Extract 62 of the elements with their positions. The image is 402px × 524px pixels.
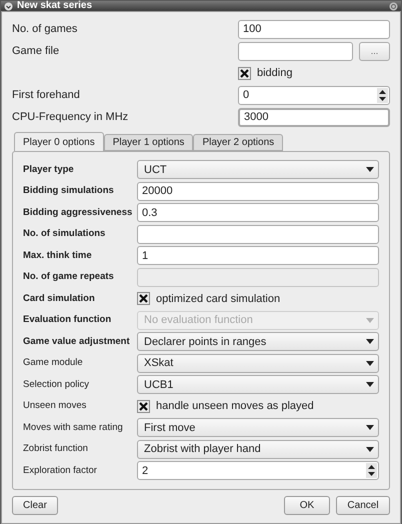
field-label: Moves with same rating	[23, 420, 123, 435]
dialog-button[interactable]: Cancel	[336, 496, 390, 514]
field-label: Zobrist function	[23, 442, 88, 456]
text-field[interactable]	[238, 42, 353, 61]
cross-icon	[240, 69, 249, 78]
field-label: Max. think time	[23, 248, 92, 263]
dropdown[interactable]: Zobrist with player hand	[137, 440, 379, 459]
text-field[interactable]: 1	[137, 246, 379, 266]
spin-arrows-icon[interactable]	[377, 88, 388, 103]
checkbox[interactable]	[137, 292, 150, 306]
spin-field[interactable]: 0	[238, 86, 390, 105]
cross-icon	[139, 402, 148, 411]
field-label: Evaluation function	[23, 313, 112, 328]
dropdown[interactable]: UCT	[137, 160, 379, 180]
dropdown[interactable]: Declarer points in ranges	[137, 332, 379, 352]
caret-icon	[366, 360, 374, 366]
text-field[interactable]: 0.3	[137, 203, 379, 222]
field-label: CPU-Frequency in MHz	[12, 110, 128, 126]
dropdown[interactable]: First move	[137, 418, 379, 438]
text-field[interactable]	[137, 224, 379, 244]
dialog-button[interactable]: OK	[284, 496, 330, 514]
window-title: New skat series	[17, 1, 92, 11]
checkbox-label: bidding	[257, 66, 292, 82]
field-label: No. of game repeats	[23, 270, 114, 284]
browse-button[interactable]: ...	[359, 42, 390, 61]
field-label: Selection policy	[23, 378, 90, 392]
caret-icon	[366, 339, 374, 344]
checkbox-label: optimized card simulation	[156, 292, 280, 306]
field-label: No. of simulations	[23, 227, 106, 242]
cross-icon	[139, 294, 148, 304]
caret-icon	[366, 318, 374, 323]
field-label: Player type	[23, 162, 74, 177]
field-label: Card simulation	[23, 292, 95, 306]
tab[interactable]: Player 0 options	[14, 132, 104, 151]
checkbox-label: handle unseen moves as played	[156, 399, 314, 414]
field-label: No. of games	[12, 22, 78, 38]
checkbox[interactable]	[238, 67, 251, 80]
field-label: Bidding simulations	[23, 184, 114, 198]
field-label: Game module	[23, 356, 83, 370]
caret-icon	[366, 446, 374, 452]
caret-icon	[366, 382, 374, 388]
spin-field[interactable]: 2	[137, 461, 379, 480]
dropdown[interactable]: XSkat	[137, 354, 379, 373]
spin-arrows-icon[interactable]	[366, 463, 377, 478]
field-label: Game file	[12, 44, 60, 60]
dialog-button[interactable]: Clear	[12, 496, 58, 514]
caret-icon	[366, 425, 374, 430]
text-field[interactable]: 20000	[137, 182, 379, 201]
text-field[interactable]: 3000	[238, 108, 390, 127]
field-label: Exploration factor	[23, 464, 97, 478]
field-label: Unseen moves	[23, 399, 86, 414]
field-label: Game value adjustment	[23, 334, 130, 349]
field-label: First forehand	[12, 88, 80, 104]
checkbox[interactable]	[137, 400, 150, 413]
caret-icon	[366, 167, 374, 172]
tab[interactable]: Player 2 options	[193, 134, 284, 151]
close-icon[interactable]	[389, 2, 398, 10]
text-field[interactable]: 100	[238, 20, 390, 39]
window-menu-icon[interactable]	[4, 2, 13, 10]
dropdown[interactable]: UCB1	[137, 375, 379, 394]
field-label: Bidding aggressiveness	[23, 206, 132, 220]
tab[interactable]: Player 1 options	[104, 134, 194, 151]
